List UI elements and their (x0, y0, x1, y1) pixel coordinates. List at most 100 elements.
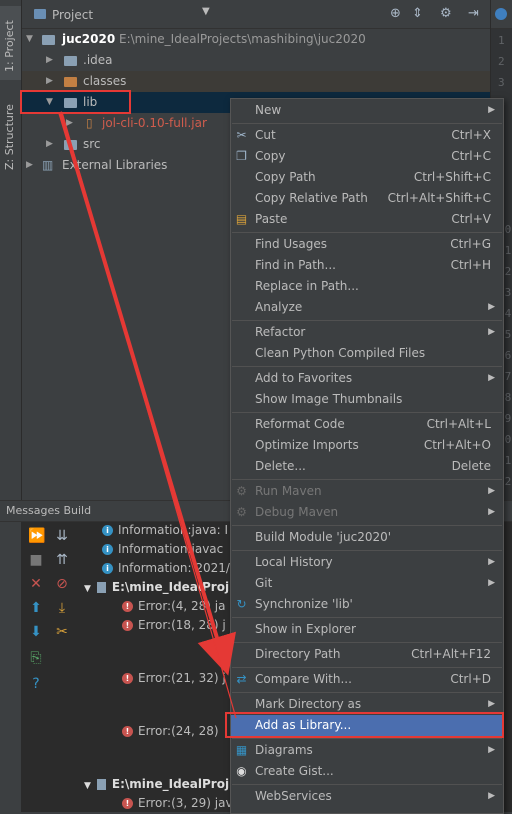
menu-item-new[interactable]: New ▶ (231, 100, 503, 121)
menu-label: Debug Maven (255, 505, 339, 519)
export-icon[interactable]: ⤓ (54, 600, 70, 616)
collapsed-arrow-icon[interactable]: ▶ (66, 113, 73, 134)
menu-item-clean-python[interactable]: Clean Python Compiled Files (231, 343, 503, 364)
expanded-arrow-icon[interactable]: ▼ (84, 781, 91, 791)
menu-item-run-maven[interactable]: ⚙ Run Maven ▶ (231, 481, 503, 502)
export-file-icon[interactable]: ⎘ (28, 650, 44, 666)
list-item[interactable]: ! Error:(18, 28) j (122, 616, 226, 635)
menu-item-diagrams[interactable]: ▦ Diagrams ▶ (231, 740, 503, 761)
menu-label: Show Image Thumbnails (255, 392, 403, 406)
menu-item-webservices[interactable]: WebServices ▶ (231, 786, 503, 807)
menu-separator (232, 479, 502, 480)
tab-structure-label: Z: Structure (3, 104, 16, 170)
message-text: Information:java: I (118, 523, 229, 537)
menu-separator (232, 692, 502, 693)
menu-label: Copy Path (255, 170, 316, 184)
help-icon[interactable]: ? (28, 676, 44, 692)
collapsed-arrow-icon[interactable]: ▶ (46, 134, 53, 155)
chevron-down-icon[interactable]: ▼ (202, 6, 210, 17)
menu-item-copy-path[interactable]: Copy Path Ctrl+Shift+C (231, 167, 503, 188)
menu-item-local-history[interactable]: Local History ▶ (231, 552, 503, 573)
menu-item-refactor[interactable]: Refactor ▶ (231, 322, 503, 343)
menu-item-build-module[interactable]: Build Module 'juc2020' (231, 527, 503, 548)
menu-item-reformat-code[interactable]: Reformat Code Ctrl+Alt+L (231, 414, 503, 435)
menu-item-replace-in-path[interactable]: Replace in Path... (231, 276, 503, 297)
paste-icon: ▤ (235, 212, 248, 226)
menu-label: Find Usages (255, 237, 328, 251)
wrench-icon[interactable]: ✂ (54, 624, 70, 640)
menu-label: Refactor (255, 325, 306, 339)
project-panel-title: Project (52, 8, 94, 22)
info-icon: i (102, 525, 113, 536)
error-filter-icon[interactable]: ⊘ (54, 576, 70, 592)
menu-item-synchronize[interactable]: ↻ Synchronize 'lib' (231, 594, 503, 615)
menu-item-add-to-favorites[interactable]: Add to Favorites ▶ (231, 368, 503, 389)
menu-item-create-gist[interactable]: ◉ Create Gist... (231, 761, 503, 782)
root-path: E:\mine_IdealProjects\mashibing\juc2020 (119, 32, 366, 46)
menu-item-copy[interactable]: ❐ Copy Ctrl+C (231, 146, 503, 167)
folder-icon (64, 140, 77, 150)
menu-shortcut: Ctrl+Alt+L (426, 417, 491, 431)
menu-item-delete[interactable]: Delete... Delete (231, 456, 503, 477)
tree-root[interactable]: ▼ juc2020 E:\mine_IdealProjects\mashibin… (22, 29, 490, 50)
list-item[interactable]: ! Error:(24, 28) (122, 722, 219, 741)
sync-icon: ↻ (236, 597, 247, 611)
arrow-down-icon[interactable]: ⬇ (28, 624, 44, 640)
stop-icon[interactable]: ■ (28, 552, 44, 568)
gear-icon[interactable]: ⚙ (440, 6, 452, 21)
menu-item-show-thumbnails[interactable]: Show Image Thumbnails (231, 389, 503, 410)
list-item[interactable]: ▼ E:\mine_IdealProj (84, 578, 229, 597)
list-item[interactable]: i Information:java: I (102, 521, 228, 540)
menu-label: Copy (255, 149, 286, 163)
menu-item-copy-relative-path[interactable]: Copy Relative Path Ctrl+Alt+Shift+C (231, 188, 503, 209)
tab-project[interactable]: 1: Project (0, 6, 21, 80)
collapse-all-icon[interactable]: ⇈ (54, 552, 70, 568)
message-text: Information:javac (118, 542, 224, 556)
menu-separator (232, 784, 502, 785)
arrow-up-icon[interactable]: ⬆ (28, 600, 44, 616)
tree-label-external: External Libraries (62, 158, 168, 172)
message-text: E:\mine_IdealProj (111, 777, 230, 791)
menu-item-paste[interactable]: ▤ Paste Ctrl+V (231, 209, 503, 230)
collapsed-arrow-icon[interactable]: ▶ (26, 155, 33, 176)
rerun-icon[interactable]: ⏩ (28, 528, 45, 544)
menu-item-compare-with[interactable]: ⇄ Compare With... Ctrl+D (231, 669, 503, 690)
line-number: 1 (498, 34, 505, 47)
list-item[interactable]: i Information: 2021/ (102, 559, 230, 578)
editor-tab-bar (491, 0, 512, 29)
menu-item-show-in-explorer[interactable]: Show in Explorer (231, 619, 503, 640)
hide-icon[interactable]: ⇥ (468, 6, 479, 21)
list-item[interactable]: ! Error:(21, 32) j (122, 669, 226, 688)
menu-item-cut[interactable]: ✂ Cut Ctrl+X (231, 125, 503, 146)
collapsed-arrow-icon[interactable]: ▶ (46, 71, 53, 92)
expanded-arrow-icon[interactable]: ▼ (84, 584, 91, 594)
class-file-icon[interactable] (495, 8, 507, 20)
menu-item-debug-maven[interactable]: ⚙ Debug Maven ▶ (231, 502, 503, 523)
expand-all-icon[interactable]: ⇊ (54, 528, 70, 544)
menu-item-find-in-path[interactable]: Find in Path... Ctrl+H (231, 255, 503, 276)
left-tool-strip: 1: Project Z: Structure (0, 0, 22, 812)
menu-label: Delete... (255, 459, 306, 473)
expanded-arrow-icon[interactable]: ▼ (26, 29, 33, 50)
locate-icon[interactable]: ⊕ (390, 6, 401, 21)
menu-label: WebServices (255, 789, 332, 803)
list-item[interactable]: i Information:javac (102, 540, 223, 559)
line-number: 2 (498, 55, 505, 68)
tree-item-idea[interactable]: ▶ .idea (22, 50, 490, 71)
menu-shortcut: Ctrl+H (450, 258, 491, 272)
collapse-icon[interactable]: ⇕ (412, 6, 423, 21)
submenu-arrow-icon: ▶ (488, 302, 495, 312)
menu-item-directory-path[interactable]: Directory Path Ctrl+Alt+F12 (231, 644, 503, 665)
menu-item-optimize-imports[interactable]: Optimize Imports Ctrl+Alt+O (231, 435, 503, 456)
menu-item-git[interactable]: Git ▶ (231, 573, 503, 594)
menu-label: Diagrams (255, 743, 313, 757)
list-item[interactable]: ! Error:(4, 28) ja (122, 597, 225, 616)
close-icon[interactable]: ✕ (28, 576, 44, 592)
menu-item-find-usages[interactable]: Find Usages Ctrl+G (231, 234, 503, 255)
tree-item-classes[interactable]: ▶ classes (22, 71, 490, 92)
list-item[interactable]: ▼ E:\mine_IdealProj (84, 775, 229, 794)
menu-item-analyze[interactable]: Analyze ▶ (231, 297, 503, 318)
tree-label-idea: .idea (83, 53, 113, 67)
tab-structure[interactable]: Z: Structure (0, 96, 21, 178)
collapsed-arrow-icon[interactable]: ▶ (46, 50, 53, 71)
